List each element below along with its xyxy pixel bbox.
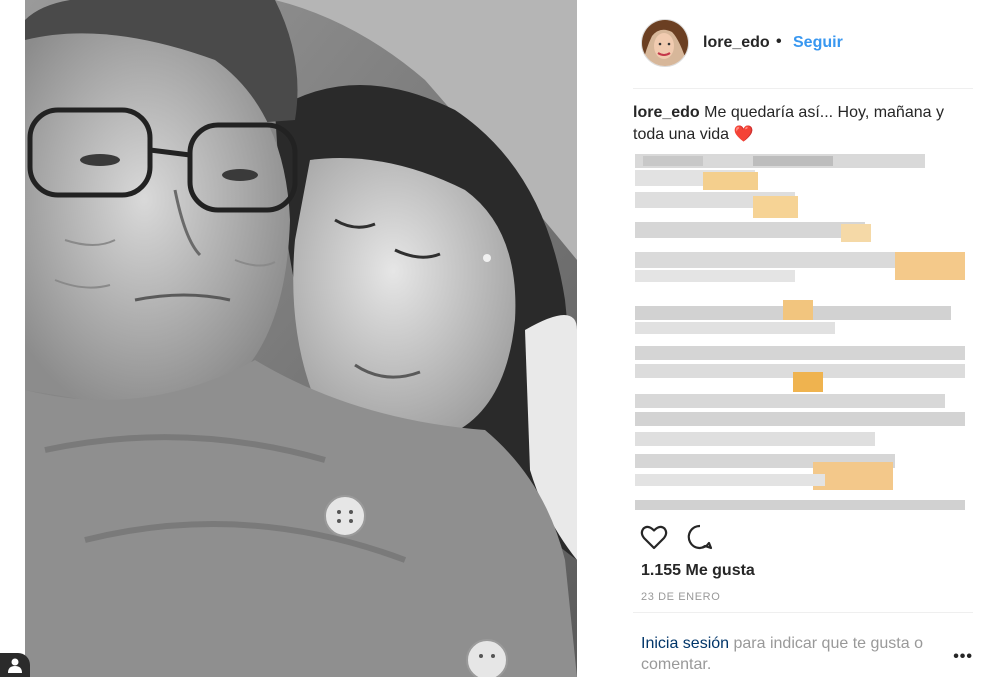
login-link[interactable]: Inicia sesión <box>641 635 729 652</box>
caption-username[interactable]: lore_edo <box>633 104 700 121</box>
post-caption: lore_edo Me quedaría así... Hoy, mañana … <box>633 102 973 146</box>
post-sidebar: lore_edo • Seguir lore_edo Me quedaría a… <box>633 0 973 677</box>
post-date: 23 DE ENERO <box>641 591 721 603</box>
post-header: lore_edo • Seguir <box>633 0 973 89</box>
likes-count[interactable]: 1.155 Me gusta <box>641 562 755 580</box>
more-options-icon[interactable]: ••• <box>953 648 973 666</box>
avatar[interactable] <box>641 19 689 67</box>
red-heart-emoji: ❤️ <box>733 126 754 143</box>
username-link[interactable]: lore_edo <box>703 34 770 52</box>
separator-dot: • <box>776 33 782 50</box>
heart-icon[interactable] <box>639 522 669 557</box>
divider <box>633 612 973 613</box>
pixelated-comments <box>633 150 973 515</box>
tagged-people-badge[interactable] <box>0 653 30 677</box>
login-prompt: Inicia sesión para indicar que te gusta … <box>641 633 951 675</box>
post-photo[interactable] <box>25 0 577 677</box>
comment-icon[interactable] <box>685 522 715 557</box>
follow-button[interactable]: Seguir <box>793 34 843 52</box>
